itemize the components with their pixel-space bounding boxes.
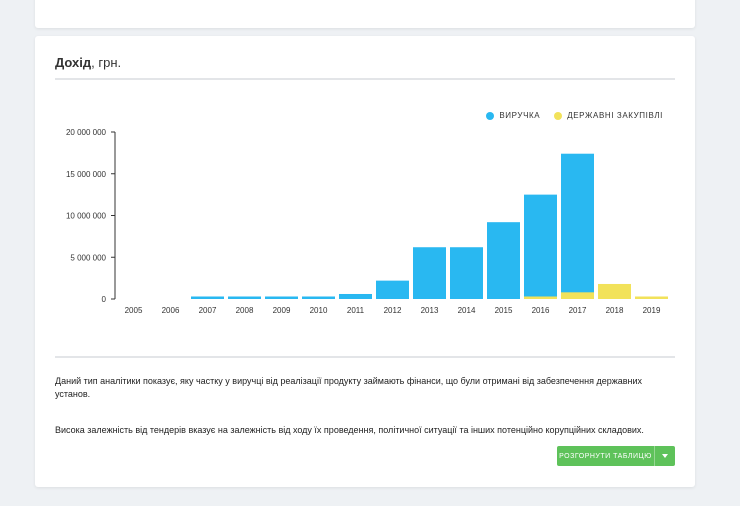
chevron-down-icon xyxy=(662,454,668,458)
bar-revenue xyxy=(487,222,520,299)
bar-revenue xyxy=(524,194,557,299)
bar-revenue xyxy=(561,153,594,299)
bar-revenue xyxy=(376,280,409,299)
y-tick-label: 15 000 000 xyxy=(66,170,107,179)
description-paragraph-2: Висока залежність від тендерів вказує на… xyxy=(55,425,644,435)
bar-procurement xyxy=(524,296,557,299)
x-tick-label: 2008 xyxy=(236,306,254,315)
bar-procurement xyxy=(598,283,631,299)
previous-card xyxy=(35,0,695,28)
x-tick-label: 2014 xyxy=(458,306,476,315)
x-tick-label: 2007 xyxy=(199,306,217,315)
income-card: Дохід, грн. ВИРУЧКА ДЕРЖАВНІ ЗАКУПІВЛІ 0… xyxy=(35,36,695,487)
x-tick-label: 2015 xyxy=(495,306,513,315)
x-tick-label: 2011 xyxy=(347,306,365,315)
x-tick-label: 2006 xyxy=(162,306,180,315)
bar-revenue xyxy=(228,296,261,299)
x-tick-label: 2009 xyxy=(273,306,291,315)
income-bar-chart: 0 5 000 000 10 000 000 15 000 000 20 000 000… xyxy=(66,128,668,315)
bar-revenue xyxy=(302,296,335,299)
x-tick-label: 2018 xyxy=(606,306,624,315)
x-tick-label: 2013 xyxy=(421,306,439,315)
y-tick-label: 0 xyxy=(102,295,107,304)
y-tick-label: 10 000 000 xyxy=(66,212,107,221)
bar-revenue xyxy=(339,293,372,299)
description-paragraph-1: Даний тип аналітики показує, яку частку … xyxy=(55,376,643,399)
x-tick-label: 2012 xyxy=(384,306,402,315)
x-tick-label: 2016 xyxy=(532,306,550,315)
x-tick-label: 2010 xyxy=(310,306,328,315)
expand-table-button[interactable]: РОЗГОРНУТИ ТАБЛИЦЮ xyxy=(557,446,675,466)
bar-revenue xyxy=(413,247,446,299)
chart-divider xyxy=(55,356,675,358)
y-tick-label: 5 000 000 xyxy=(70,253,106,262)
bar-revenue xyxy=(450,247,483,299)
bar-procurement xyxy=(561,292,594,299)
bar-revenue xyxy=(265,296,298,299)
dropdown-toggle[interactable] xyxy=(654,446,675,466)
x-tick-label: 2017 xyxy=(569,306,587,315)
bar-revenue xyxy=(191,296,224,299)
x-tick-label: 2005 xyxy=(125,306,143,315)
y-tick-label: 20 000 000 xyxy=(66,128,107,137)
bar-procurement xyxy=(635,296,668,299)
x-tick-label: 2019 xyxy=(643,306,661,315)
